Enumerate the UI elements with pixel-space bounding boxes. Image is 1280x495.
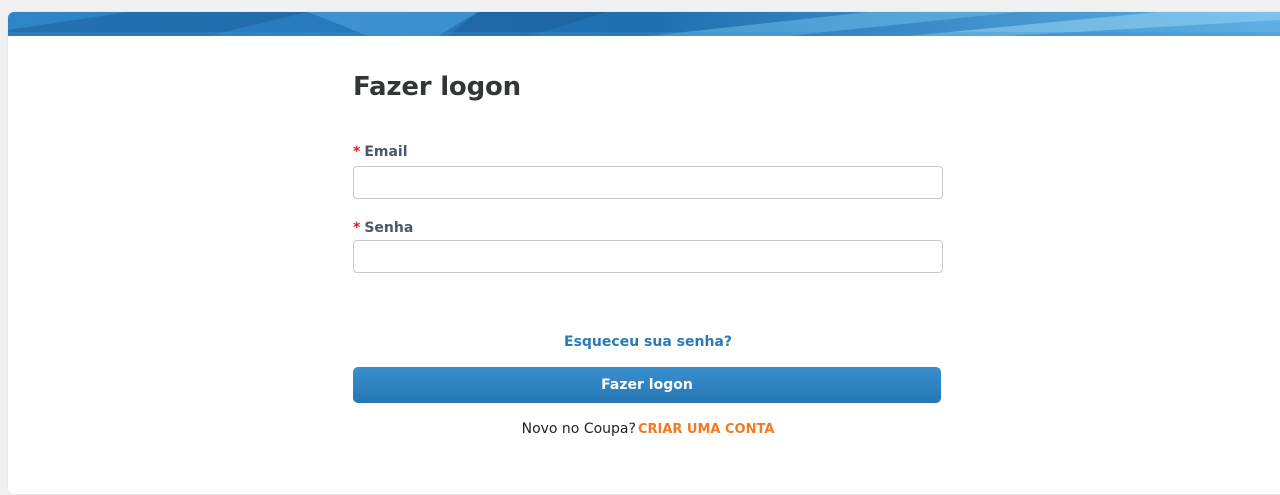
email-label: * Email bbox=[353, 144, 408, 160]
header-banner bbox=[8, 12, 1280, 36]
password-label: * Senha bbox=[353, 220, 413, 236]
required-asterisk: * bbox=[353, 220, 361, 236]
password-label-text: Senha bbox=[364, 220, 414, 236]
email-label-text: Email bbox=[364, 144, 408, 160]
email-field[interactable] bbox=[353, 166, 943, 199]
page-title: Fazer logon bbox=[353, 72, 521, 102]
login-button[interactable]: Fazer logon bbox=[353, 367, 941, 403]
signup-prompt: Novo no Coupa? bbox=[521, 421, 636, 437]
forgot-password-link[interactable]: Esqueceu sua senha? bbox=[353, 334, 943, 350]
required-asterisk: * bbox=[353, 144, 361, 160]
password-field[interactable] bbox=[353, 240, 943, 273]
create-account-link[interactable]: CRIAR UMA CONTA bbox=[638, 422, 774, 437]
signup-row: Novo no Coupa? CRIAR UMA CONTA bbox=[353, 421, 943, 437]
login-card: Fazer logon * Email * Senha Esqueceu sua s… bbox=[8, 12, 1280, 494]
